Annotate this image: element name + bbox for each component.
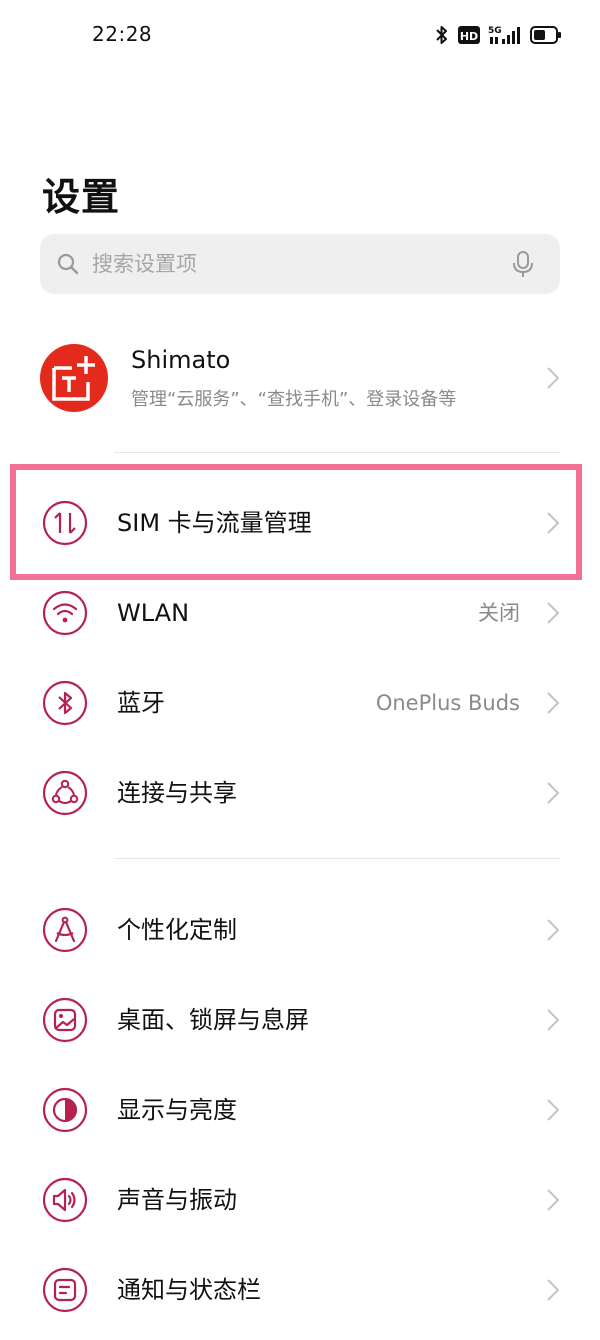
notification-icon [42,1267,88,1313]
chevron-right-icon [547,1189,560,1211]
search-icon [56,252,80,280]
search-bar[interactable] [40,234,560,294]
bluetooth-icon [42,680,88,726]
row-sound-vibration[interactable]: 声音与振动 [0,1155,600,1245]
row-label: SIM 卡与流量管理 [117,509,312,537]
row-label: 桌面、锁屏与息屏 [117,1006,309,1034]
row-label: 连接与共享 [117,779,237,807]
avatar [40,344,108,412]
row-connect-share[interactable]: 连接与共享 [0,748,600,838]
row-label: WLAN [117,599,190,627]
wallpaper-icon [42,997,88,1043]
chevron-right-icon [547,919,560,941]
row-label: 个性化定制 [117,916,237,944]
row-notification-statusbar[interactable]: 通知与状态栏 [0,1245,600,1335]
row-personalize[interactable]: 个性化定制 [0,885,600,975]
hd-label: HD [460,30,478,43]
hd-icon: HD [458,25,480,45]
chevron-right-icon [547,1279,560,1301]
status-icons: HD 5G [434,22,562,48]
chevron-right-icon [547,692,560,714]
row-bluetooth[interactable]: 蓝牙 OnePlus Buds [0,658,600,748]
account-name: Shimato [131,346,231,374]
row-wlan[interactable]: WLAN 关闭 [0,568,600,658]
share-icon [42,770,88,816]
microphone-icon[interactable] [512,250,534,282]
divider [114,858,560,859]
row-label: 声音与振动 [117,1186,237,1214]
battery-icon [530,25,562,45]
row-label: 显示与亮度 [117,1096,237,1124]
chevron-right-icon [547,782,560,804]
page-title: 设置 [42,175,121,219]
row-value: 关闭 [478,601,520,625]
search-input[interactable] [92,234,492,294]
row-display-brightness[interactable]: 显示与亮度 [0,1065,600,1155]
account-row[interactable]: Shimato 管理“云服务”、“查找手机”、登录设备等 [0,330,600,426]
oneplus-logo-icon [52,356,95,401]
divider [114,452,560,453]
network-label: 5G [488,26,502,36]
row-label: 通知与状态栏 [117,1276,261,1304]
row-sim[interactable]: SIM 卡与流量管理 [0,478,600,568]
sim-data-icon [42,500,88,546]
compass-icon [42,907,88,953]
row-value: OnePlus Buds [375,691,520,715]
row-home-lock-screen[interactable]: 桌面、锁屏与息屏 [0,975,600,1065]
row-label: 蓝牙 [117,689,165,717]
wifi-icon [42,590,88,636]
chevron-right-icon [547,1009,560,1031]
account-subtitle: 管理“云服务”、“查找手机”、登录设备等 [131,389,457,410]
brightness-icon [42,1087,88,1133]
speaker-icon [42,1177,88,1223]
status-time: 22:28 [92,22,153,46]
chevron-right-icon [547,512,560,534]
chevron-right-icon [547,367,560,389]
chevron-right-icon [547,1099,560,1121]
bluetooth-icon [434,24,450,46]
chevron-right-icon [547,602,560,624]
5g-signal-icon: 5G [488,24,522,46]
status-bar: 22:28 HD 5G [0,0,600,70]
